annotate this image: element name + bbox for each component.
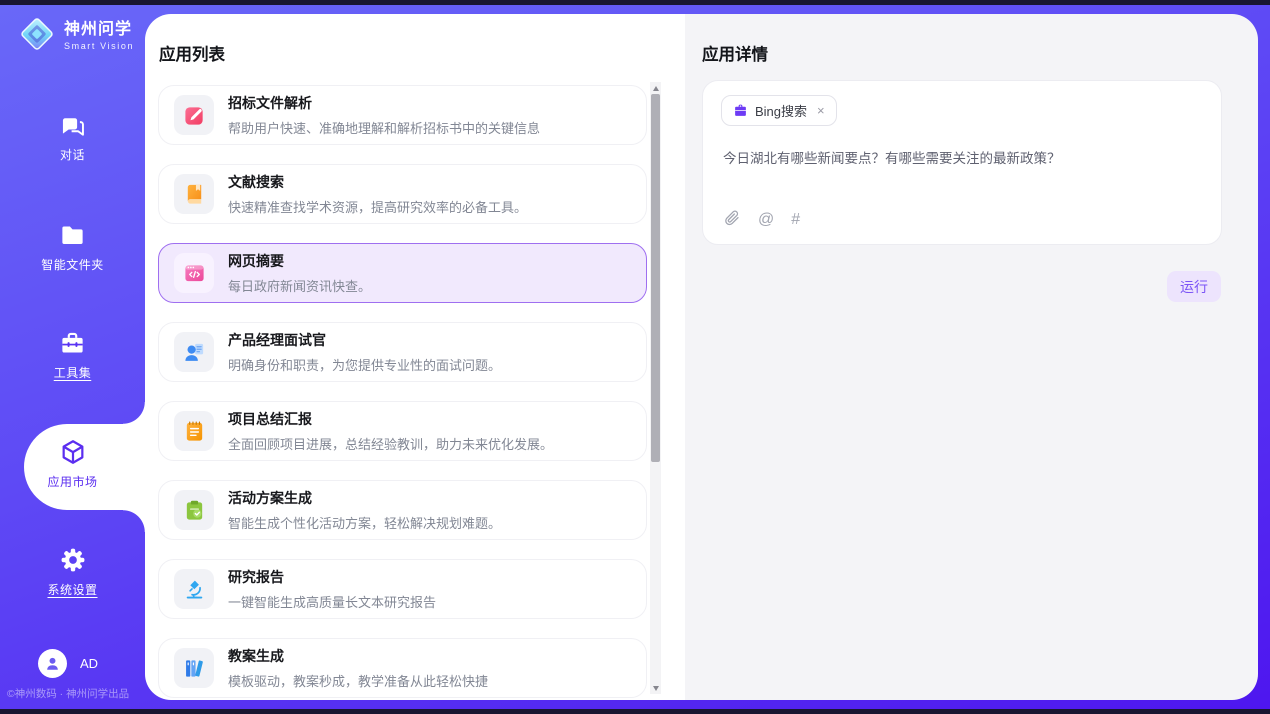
chat-icon — [59, 112, 86, 139]
app-detail-title: 应用详情 — [702, 41, 768, 65]
prompt-text[interactable]: 今日湖北有哪些新闻要点？有哪些需要关注的最新政策？ — [723, 149, 1201, 169]
scrollbar-up-arrow-icon[interactable] — [650, 82, 661, 94]
folder-icon — [59, 222, 86, 249]
app-icon-tile — [174, 648, 214, 688]
toolbox-icon — [59, 330, 86, 357]
app-card-title: 文献搜索 — [228, 172, 527, 192]
scrollbar-down-arrow-icon[interactable] — [650, 682, 661, 694]
avatar[interactable] — [38, 649, 67, 678]
person-icon — [44, 655, 61, 672]
app-card-description: 一键智能生成高质量长文本研究报告 — [228, 592, 436, 611]
app-card-text: 研究报告 一键智能生成高质量长文本研究报告 — [228, 567, 436, 611]
app-icon-tile — [174, 411, 214, 451]
sidebar-item-label: 应用市场 — [47, 473, 97, 490]
app-card[interactable]: 项目总结汇报 全面回顾项目进展，总结经验教训，助力未来优化发展。 — [158, 401, 647, 461]
app-card[interactable]: 教案生成 模板驱动，教案秒成，教学准备从此轻松快捷 — [158, 638, 647, 698]
sidebar-item-label: 工具集 — [54, 364, 92, 381]
app-card-description: 智能生成个性化活动方案，轻松解决规划难题。 — [228, 513, 501, 532]
scrollbar-thumb[interactable] — [651, 94, 660, 462]
app-card-text: 教案生成 模板驱动，教案秒成，教学准备从此轻松快捷 — [228, 646, 488, 690]
app-card-title: 研究报告 — [228, 567, 436, 587]
app-card-title: 招标文件解析 — [228, 93, 540, 113]
sidebar-item-chat[interactable]: 对话 — [0, 112, 145, 163]
brand-subtitle: Smart Vision — [64, 42, 134, 51]
briefcase-icon — [733, 103, 748, 118]
app-icon-tile — [174, 95, 214, 135]
app-card-title: 活动方案生成 — [228, 488, 501, 508]
app-card-title: 产品经理面试官 — [228, 330, 501, 350]
app-card-list: 招标文件解析 帮助用户快速、准确地理解和解析招标书中的关键信息 文献搜索 快速精… — [158, 85, 647, 700]
app-card[interactable]: 招标文件解析 帮助用户快速、准确地理解和解析招标书中的关键信息 — [158, 85, 647, 145]
app-card-title: 项目总结汇报 — [228, 409, 553, 429]
app-card-description: 明确身份和职责，为您提供专业性的面试问题。 — [228, 355, 501, 374]
app-card[interactable]: 网页摘要 每日政府新闻资讯快查。 — [158, 243, 647, 303]
notepad-icon — [183, 420, 206, 443]
sidebar-item-app-market[interactable]: 应用市场 — [0, 438, 145, 490]
app-icon-tile — [174, 332, 214, 372]
app-icon-tile — [174, 174, 214, 214]
copyright-footer: ©神州数码 · 神州问学出品 — [7, 686, 129, 701]
sidebar-item-label: 智能文件夹 — [41, 256, 104, 273]
app-card[interactable]: 活动方案生成 智能生成个性化活动方案，轻松解决规划难题。 — [158, 480, 647, 540]
app-icon-tile — [174, 569, 214, 609]
screen-edge-bottom — [0, 709, 1270, 714]
app-list-title: 应用列表 — [159, 41, 225, 65]
app-card[interactable]: 文献搜索 快速精准查找学术资源，提高研究效率的必备工具。 — [158, 164, 647, 224]
clipboard-check-icon — [183, 499, 206, 522]
app-card-description: 快速精准查找学术资源，提高研究效率的必备工具。 — [228, 197, 527, 216]
main-container: 应用列表 招标文件解析 帮助用户快速、准确地理解和解析招标书中的关键信息 文献搜… — [145, 14, 1258, 700]
sidebar-item-toolset[interactable]: 工具集 — [0, 330, 145, 381]
hash-icon[interactable]: # — [791, 212, 800, 228]
app-card-description: 全面回顾项目进展，总结经验教训，助力未来优化发展。 — [228, 434, 553, 453]
app-icon-tile — [174, 253, 214, 293]
app-detail-panel: 应用详情 Bing搜索 × 今日湖北有哪些新闻要点？有哪些需要关注的最新政策？ … — [685, 14, 1258, 700]
app-card-text: 文献搜索 快速精准查找学术资源，提高研究效率的必备工具。 — [228, 172, 527, 216]
brand-gem-icon — [18, 15, 56, 58]
app-card-description: 帮助用户快速、准确地理解和解析招标书中的关键信息 — [228, 118, 540, 137]
gear-icon — [59, 546, 87, 574]
mention-icon[interactable]: @ — [758, 212, 774, 228]
app-card-text: 活动方案生成 智能生成个性化活动方案，轻松解决规划难题。 — [228, 488, 501, 532]
app-card-text: 产品经理面试官 明确身份和职责，为您提供专业性的面试问题。 — [228, 330, 501, 374]
books-icon — [183, 657, 206, 680]
app-card-text: 项目总结汇报 全面回顾项目进展，总结经验教训，助力未来优化发展。 — [228, 409, 553, 453]
app-icon-tile — [174, 490, 214, 530]
interviewer-icon — [183, 341, 206, 364]
user-account[interactable]: AD — [38, 649, 98, 678]
app-card-text: 网页摘要 每日政府新闻资讯快查。 — [228, 251, 371, 295]
prompt-input-card[interactable]: Bing搜索 × 今日湖北有哪些新闻要点？有哪些需要关注的最新政策？ @ # — [702, 80, 1222, 245]
scrollbar[interactable] — [650, 82, 661, 694]
tool-tag-close-icon[interactable]: × — [817, 103, 825, 118]
app-card-text: 招标文件解析 帮助用户快速、准确地理解和解析招标书中的关键信息 — [228, 93, 540, 137]
doc-edit-icon — [183, 104, 206, 127]
tool-tag-label: Bing搜索 — [755, 101, 807, 120]
sidebar-item-smart-folders[interactable]: 智能文件夹 — [0, 222, 145, 273]
app-card-description: 每日政府新闻资讯快查。 — [228, 276, 371, 295]
app-card[interactable]: 产品经理面试官 明确身份和职责，为您提供专业性的面试问题。 — [158, 322, 647, 382]
attachment-toolbar: @ # — [723, 209, 800, 231]
brand-name: 神州问学 — [64, 22, 134, 39]
tool-tag-bing-search[interactable]: Bing搜索 × — [721, 95, 837, 126]
app-card[interactable]: 研究报告 一键智能生成高质量长文本研究报告 — [158, 559, 647, 619]
web-code-icon — [183, 262, 206, 285]
run-button[interactable]: 运行 — [1167, 271, 1221, 302]
cube-icon — [59, 438, 87, 466]
microscope-icon — [183, 578, 206, 601]
user-name: AD — [80, 656, 98, 671]
app-card-title: 教案生成 — [228, 646, 488, 666]
sidebar-item-label: 系统设置 — [47, 581, 97, 598]
app-list-panel: 应用列表 招标文件解析 帮助用户快速、准确地理解和解析招标书中的关键信息 文献搜… — [145, 14, 685, 700]
paperclip-icon[interactable] — [723, 209, 741, 231]
sidebar-item-settings[interactable]: 系统设置 — [0, 546, 145, 598]
app-logo: 神州问学 Smart Vision — [18, 15, 134, 58]
app-card-description: 模板驱动，教案秒成，教学准备从此轻松快捷 — [228, 671, 488, 690]
sidebar-item-label: 对话 — [60, 146, 85, 163]
book-icon — [183, 183, 206, 206]
app-card-title: 网页摘要 — [228, 251, 371, 271]
